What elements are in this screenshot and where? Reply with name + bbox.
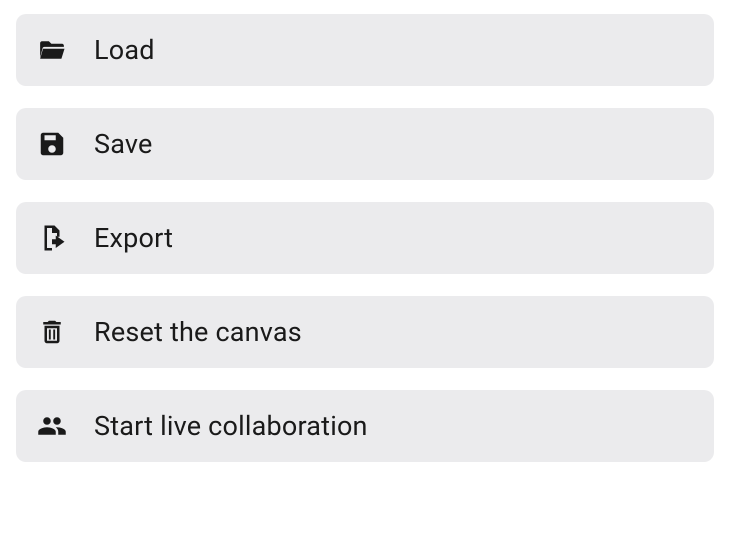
menu-item-export[interactable]: Export [16,202,714,274]
menu-list: Load Save Export Reset the canvas Start … [16,14,714,462]
menu-item-reset-canvas[interactable]: Reset the canvas [16,296,714,368]
menu-item-label: Reset the canvas [94,316,302,348]
menu-item-live-collaboration[interactable]: Start live collaboration [16,390,714,462]
folder-open-icon [36,34,68,66]
menu-item-label: Load [94,34,155,66]
menu-item-label: Save [94,128,153,160]
save-icon [36,128,68,160]
export-icon [36,222,68,254]
users-icon [36,410,68,442]
menu-item-load[interactable]: Load [16,14,714,86]
menu-item-save[interactable]: Save [16,108,714,180]
menu-item-label: Start live collaboration [94,410,368,442]
trash-icon [36,316,68,348]
menu-item-label: Export [94,222,173,254]
